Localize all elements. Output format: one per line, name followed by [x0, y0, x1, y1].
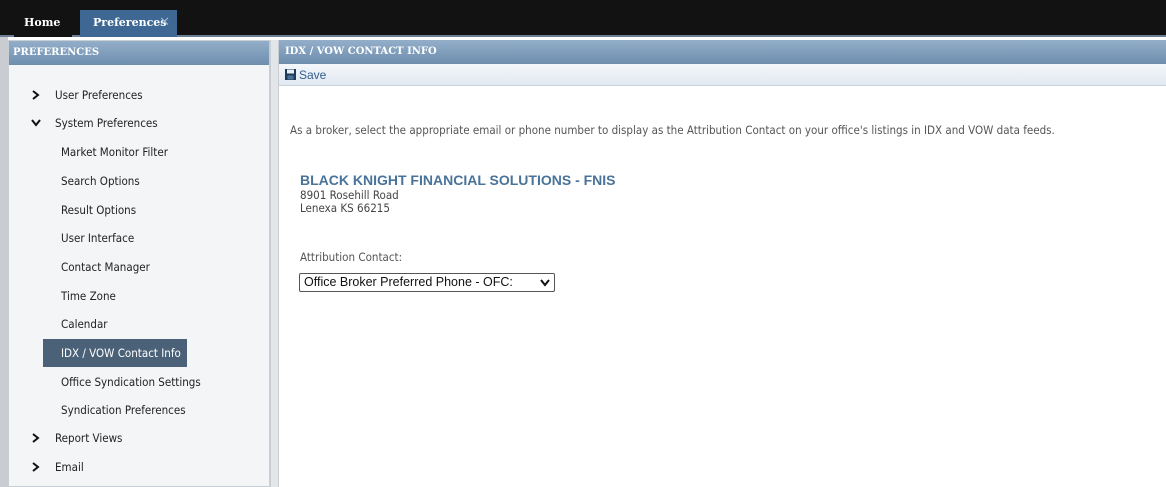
attribution-contact-select[interactable]: Office Broker Preferred Phone - OFC: [299, 273, 555, 292]
panel-title: IDX / VOW CONTACT INFO [279, 40, 1166, 64]
sidebar-item-search-options[interactable]: Search Options [43, 167, 146, 195]
intro-text: As a broker, select the appropriate emai… [290, 123, 1055, 137]
attribution-contact-value: Office Broker Preferred Phone - OFC: [304, 275, 513, 289]
sidebar: PREFERENCES User Preferences System Pref… [8, 40, 270, 487]
chevron-down-icon [540, 279, 550, 287]
sidebar-item-time-zone[interactable]: Time Zone [43, 282, 122, 310]
sidebar-item-email[interactable]: Email [9, 453, 269, 481]
chevron-right-icon [32, 462, 40, 472]
sidebar-item-calendar[interactable]: Calendar [43, 310, 114, 338]
sidebar-item-system-preferences[interactable]: System Preferences [9, 109, 269, 137]
sidebar-item-market-monitor-filter[interactable]: Market Monitor Filter [43, 138, 174, 166]
chevron-right-icon [32, 90, 40, 100]
tab-preferences-label: Preferences [93, 16, 167, 29]
sidebar-item-user-preferences[interactable]: User Preferences [9, 81, 269, 109]
frame-edge [0, 37, 8, 487]
sidebar-item-label: System Preferences [55, 116, 158, 130]
pane-splitter[interactable] [270, 40, 278, 487]
sidebar-title: PREFERENCES [9, 41, 269, 65]
office-name: BLACK KNIGHT FINANCIAL SOLUTIONS - FNIS [300, 172, 616, 188]
tab-preferences[interactable]: Preferences ✕ [80, 10, 177, 37]
tab-home[interactable]: Home [14, 10, 72, 37]
sidebar-item-label: User Preferences [55, 88, 143, 102]
sidebar-item-contact-manager[interactable]: Contact Manager [43, 253, 156, 281]
sidebar-item-office-syndication-settings[interactable]: Office Syndication Settings [43, 368, 207, 396]
tab-bar: Home Preferences ✕ [0, 0, 1166, 37]
sidebar-item-syndication-preferences[interactable]: Syndication Preferences [43, 396, 192, 424]
floppy-disk-icon [285, 69, 296, 80]
sidebar-item-user-interface[interactable]: User Interface [43, 224, 140, 252]
sidebar-item-idx-vow-contact-info[interactable]: IDX / VOW Contact Info [43, 339, 187, 367]
main-panel: IDX / VOW CONTACT INFO Save As a broker,… [278, 40, 1166, 487]
toolbar: Save [279, 64, 1166, 86]
attribution-contact-label: Attribution Contact: [300, 250, 403, 264]
save-label: Save [299, 68, 327, 82]
chevron-right-icon [32, 433, 40, 443]
tab-home-label: Home [24, 16, 61, 29]
office-address-line2: Lenexa KS 66215 [300, 201, 390, 215]
close-icon[interactable]: ✕ [159, 10, 170, 36]
sidebar-item-report-views[interactable]: Report Views [9, 424, 269, 452]
sidebar-item-label: Email [55, 460, 84, 474]
sidebar-item-label: Report Views [55, 431, 123, 445]
chevron-down-icon [31, 119, 41, 127]
sidebar-item-result-options[interactable]: Result Options [43, 196, 142, 224]
